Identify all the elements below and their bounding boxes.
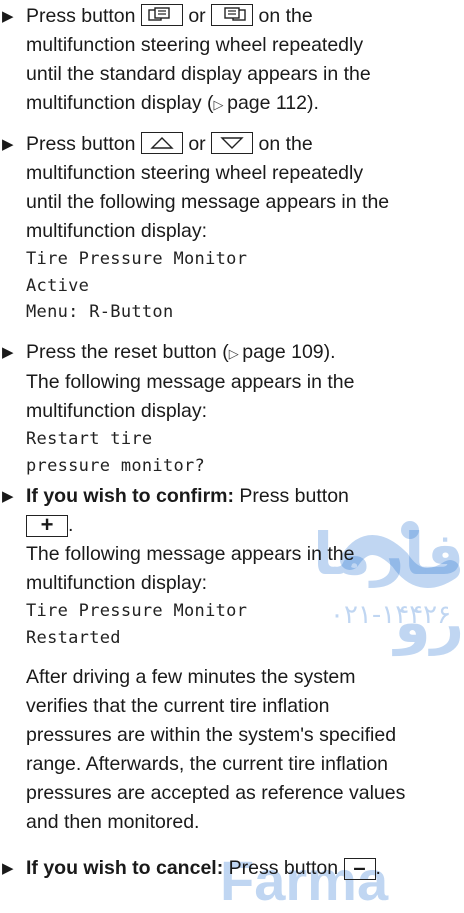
up-arrow-button-icon — [140, 132, 183, 155]
step1-or: or — [188, 5, 206, 27]
confirm-heading: If you wish to confirm: — [26, 485, 234, 507]
step1-press: Press button — [26, 5, 136, 27]
down-arrow-button-icon — [211, 132, 254, 155]
bullet-arrow-icon: ▶ — [2, 860, 14, 877]
step2-or: or — [188, 133, 206, 155]
plus-button-icon: + — [26, 513, 68, 537]
step3-line2: The following message appears in the — [26, 371, 355, 393]
display-forward-button-icon — [211, 4, 254, 27]
bullet-arrow-icon: ▶ — [2, 488, 14, 505]
step2-line4: multifunction display: — [26, 220, 208, 242]
display-message-line: pressure monitor? — [26, 455, 206, 476]
page-reference-icon: ▷ — [228, 346, 243, 361]
para-line: and then monitored. — [26, 811, 200, 833]
display-message-line: Tire Pressure Monitor — [26, 601, 248, 621]
step3-page-ref: page 109 — [242, 341, 324, 363]
page-reference-icon: ▷ — [213, 97, 228, 112]
step1-rest: on the — [258, 5, 313, 27]
display-message-line: Menu: R-Button — [26, 302, 174, 322]
bullet-arrow-icon: ▶ — [2, 8, 14, 25]
step1-line2: multifunction steering wheel repeatedly — [26, 34, 364, 56]
step1-line4-pre: multifunction display ( — [26, 92, 214, 114]
para-line: pressures are accepted as reference valu… — [26, 782, 406, 804]
display-message-line: Restarted — [26, 627, 121, 648]
step-4: ▶ If you wish to confirm: Press button +… — [0, 482, 462, 837]
bullet-arrow-icon: ▶ — [2, 344, 14, 361]
display-message-line: Active — [26, 275, 90, 296]
step2-rest: on the — [258, 133, 313, 155]
step-1: ▶ Press button or on the multifunction s… — [0, 2, 462, 119]
step-2: ▶ Press button or on the multifunction s… — [0, 130, 462, 326]
step2-line3: until the following message appears in t… — [26, 191, 390, 213]
para-line: After driving a few minutes the system — [26, 666, 356, 688]
manual-page: فارما رو ۰۲۱-۱۴۴۲۶ Farma ▶ Press button … — [0, 0, 464, 912]
step1-line4-post: ). — [307, 92, 319, 114]
step4-line3: multifunction display: — [26, 572, 208, 594]
step5-press: Press button — [228, 857, 339, 879]
para-line: range. Afterwards, the current tire infl… — [26, 753, 389, 775]
info-paragraph: After driving a few minutes the system v… — [26, 663, 462, 837]
display-message-line: Tire Pressure Monitor — [26, 249, 248, 269]
step1-page-ref: page 112 — [227, 92, 307, 114]
display-back-button-icon — [140, 4, 183, 27]
step1-line3: until the standard display appears in th… — [26, 63, 371, 85]
step3-post: ). — [323, 341, 336, 363]
step3-pre: Press the reset button ( — [26, 341, 229, 363]
cancel-heading: If you wish to cancel: — [26, 857, 224, 879]
minus-button-icon: – — [343, 856, 376, 880]
bullet-arrow-icon: ▶ — [2, 136, 14, 153]
para-line: verifies that the current tire inflation — [26, 695, 330, 717]
step3-line3: multifunction display: — [26, 400, 208, 422]
step-3: ▶ Press the reset button (▷ page 109). T… — [0, 338, 462, 479]
step-5: ▶ If you wish to cancel: Press button –. — [0, 854, 462, 883]
step4-press: Press button — [239, 485, 349, 507]
step2-press: Press button — [26, 133, 136, 155]
step4-line2: The following message appears in the — [26, 543, 355, 565]
para-line: pressures are within the system's specif… — [26, 724, 397, 746]
step2-line2: multifunction steering wheel repeatedly — [26, 162, 364, 184]
display-message-line: Restart tire — [26, 429, 153, 449]
